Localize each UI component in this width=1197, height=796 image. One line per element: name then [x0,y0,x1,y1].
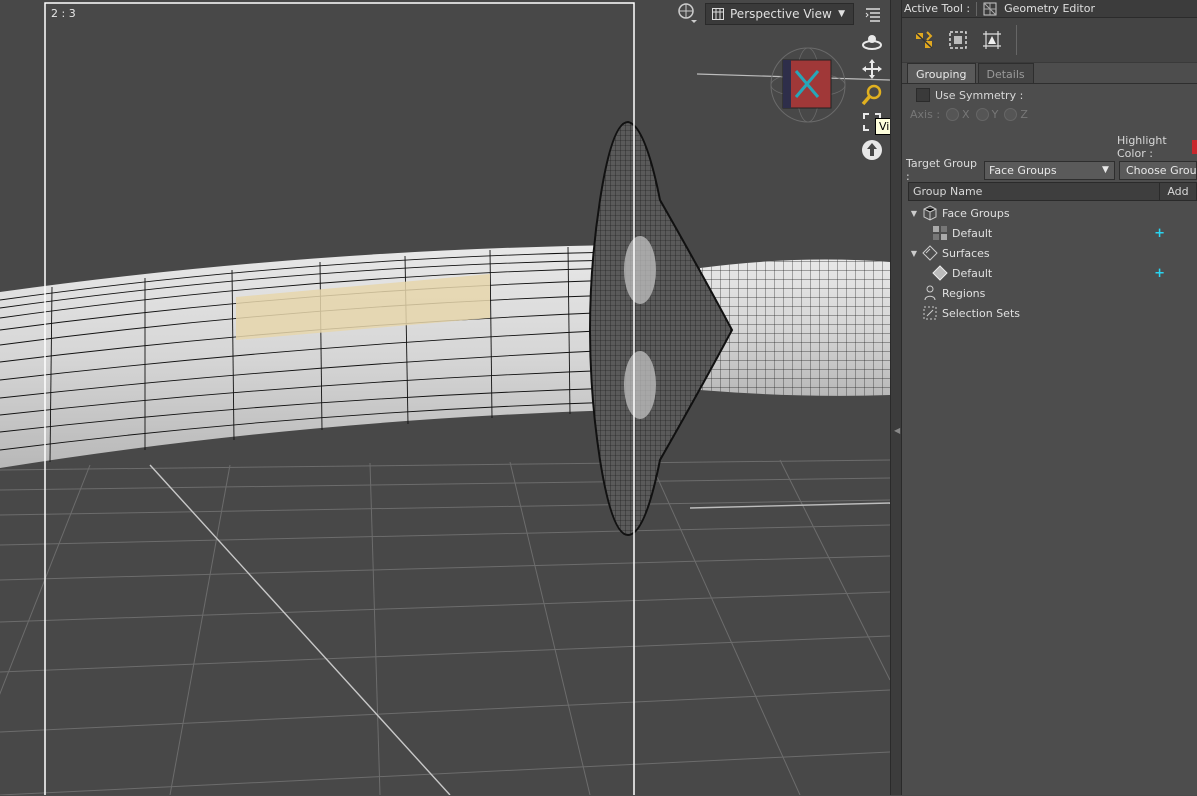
tree-item-surface-default[interactable]: Default + [908,263,1191,283]
group-tree: ▼ Face Groups Default + ▼ Surfaces Defau… [908,203,1191,323]
tool-mode-bar [902,18,1197,63]
pane-splitter[interactable]: ◀ [890,0,902,795]
tree-item-surfaces[interactable]: ▼ Surfaces [908,243,1191,263]
viewport-menu-icon[interactable] [862,3,884,25]
use-symmetry-label: Use Symmetry : [935,88,1024,102]
orbit-icon[interactable] [861,31,883,53]
tooltip: View: Dolly Zoom (LMB + Drag) | Focal Zo… [875,118,890,135]
polygon-mask-tool-icon[interactable] [944,26,972,54]
target-group-label: Target Group : [906,157,978,183]
axis-y-label: Y [991,108,999,121]
scene-render[interactable] [0,0,890,795]
tree-item-face-groups[interactable]: ▼ Face Groups [908,203,1191,223]
axis-x-label: X [962,108,970,121]
view-cube [770,47,846,123]
tab-bar: Grouping Details [907,63,1034,84]
expand-arrow-icon[interactable]: ▼ [908,209,920,218]
add-plus-icon[interactable]: + [1154,226,1165,241]
tree-item-label: Regions [942,286,986,300]
scabbard-mesh [0,245,618,468]
face-group-default-icon [932,225,948,241]
expand-arrow-icon[interactable]: ▼ [908,249,920,258]
active-tool-name: Geometry Editor [1004,2,1095,15]
chevron-down-icon: ▼ [838,9,845,19]
tree-item-regions[interactable]: Regions [908,283,1191,303]
target-group-value: Face Groups [989,163,1057,177]
axis-z-radio[interactable] [1004,108,1018,121]
chevron-down-icon: ▼ [1102,165,1109,175]
zoom-icon[interactable] [861,84,883,106]
selection-sets-icon [922,305,938,321]
group-name-column-header[interactable]: Group Name [908,182,1160,201]
axis-label: Axis : [910,108,941,121]
tree-item-selection-sets[interactable]: Selection Sets [908,303,1191,323]
active-tool-label: Active Tool : [904,2,971,15]
reset-view-icon[interactable] [861,139,883,161]
add-plus-icon[interactable]: + [1154,266,1165,281]
pan-icon[interactable] [861,58,883,80]
face-groups-icon [922,205,938,221]
tab-details[interactable]: Details [977,63,1034,84]
axis-x-radio[interactable] [946,108,960,121]
axis-z-label: Z [1020,108,1028,121]
splitter-grip-icon[interactable]: ◀ [894,426,900,435]
tree-item-label: Surfaces [942,246,990,260]
tree-item-label: Default [952,226,993,240]
add-column-header[interactable]: Add [1160,182,1197,201]
sword-guard [589,120,734,537]
scene-options-icon[interactable] [676,2,698,24]
geometry-editor-icon [983,2,997,15]
tab-grouping[interactable]: Grouping [907,63,976,84]
grid-icon [712,8,724,20]
target-group-select[interactable]: Face Groups ▼ [984,160,1115,180]
choose-group-button[interactable]: Choose Group... [1118,160,1197,180]
axis-row: Axis : X Y Z [910,108,1028,121]
floor-grid [0,459,890,795]
active-tool-header: Active Tool : Geometry Editor [902,0,1197,18]
tree-item-label: Face Groups [942,206,1010,220]
highlight-color-swatch[interactable] [1192,140,1197,154]
target-group-row: Target Group : Face Groups ▼ Choose Grou… [906,157,1197,183]
group-list-header: Group Name Add [908,182,1197,201]
surface-default-icon [932,265,948,281]
view-selector-dropdown[interactable]: Perspective View ▼ [705,3,854,25]
tool-settings-panel: Active Tool : Geometry Editor Grouping D… [902,0,1197,795]
aspect-ratio-label: 2 : 3 [51,7,76,20]
use-symmetry-checkbox[interactable] [916,88,930,102]
tree-item-label: Default [952,266,993,280]
use-symmetry-row: Use Symmetry : [916,88,1023,102]
axis-y-radio[interactable] [975,108,989,121]
tree-item-face-group-default[interactable]: Default + [908,223,1191,243]
tree-item-label: Selection Sets [942,306,1020,320]
regions-icon [922,285,938,301]
tool-bar-divider [1016,25,1017,55]
3d-viewport[interactable]: 2 : 3 Perspective View ▼ View: Dolly Zoo… [0,0,890,795]
surfaces-icon [922,245,938,261]
view-selector-label: Perspective View [730,7,832,21]
polygon-select-tool-icon[interactable] [910,26,938,54]
polygon-lasso-tool-icon[interactable] [978,26,1006,54]
header-divider [976,1,978,16]
